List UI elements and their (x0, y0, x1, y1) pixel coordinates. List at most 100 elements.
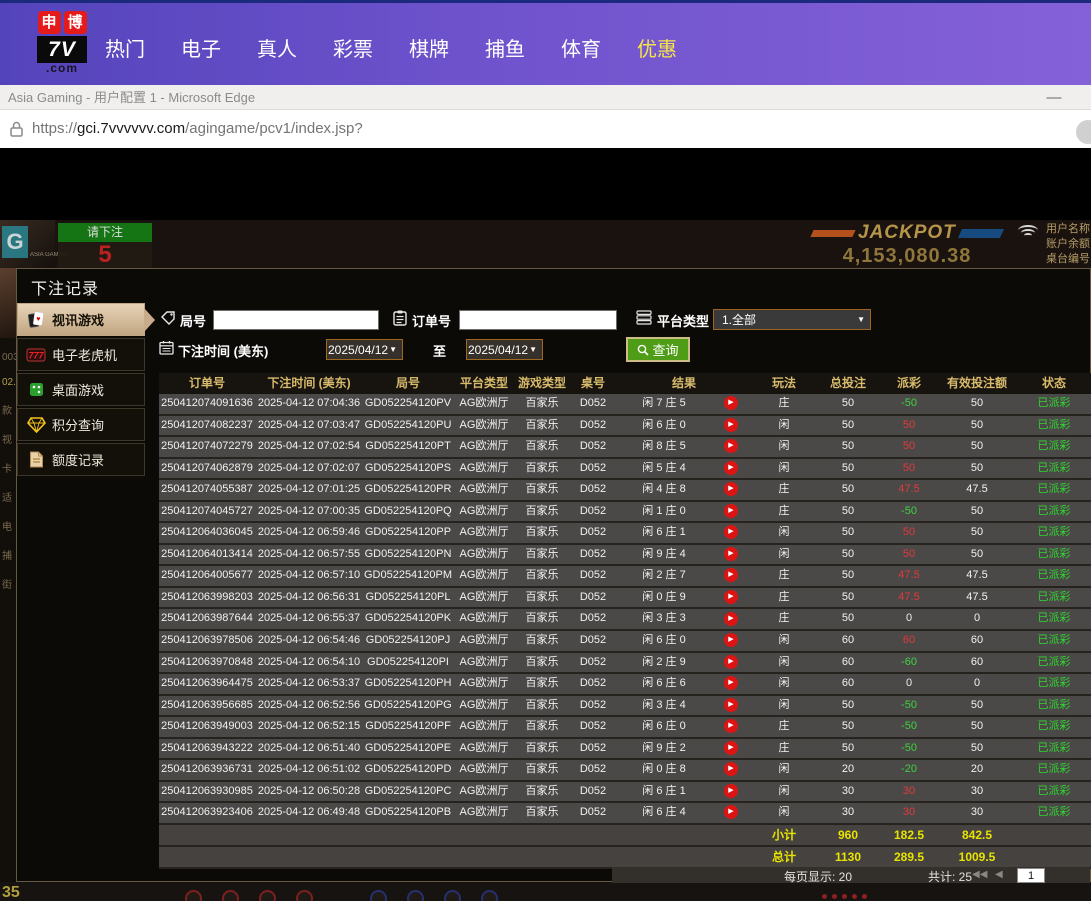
replay-play-icon[interactable]: ▶ (724, 590, 738, 604)
replay-play-icon[interactable]: ▶ (724, 439, 738, 453)
page-black-band (0, 148, 1091, 220)
platform-stack-icon (636, 310, 652, 325)
platform-cell: AG欧洲厅 (453, 653, 515, 673)
order-cell: 250412063964475 (159, 674, 255, 694)
replay-play-icon[interactable]: ▶ (724, 741, 738, 755)
logo-badge-2: 博 (64, 11, 87, 34)
page-number-input[interactable] (1017, 868, 1045, 883)
status-cell: 已派彩 (1015, 653, 1091, 673)
replay-play-icon[interactable]: ▶ (724, 612, 738, 626)
replay-play-icon[interactable]: ▶ (724, 461, 738, 475)
replay-play-icon[interactable]: ▶ (724, 525, 738, 539)
url-bar[interactable]: https://gci.7vvvvvv.com/agingame/pcv1/in… (0, 110, 1091, 148)
replay-play-icon[interactable]: ▶ (724, 547, 738, 561)
column-header-6: 结果 (617, 373, 751, 394)
site-logo[interactable]: 申 博 7V .com (22, 11, 102, 75)
roadmap-dot (481, 890, 498, 901)
payout-cell: -20 (879, 760, 939, 780)
play-type-cell: 闲 (751, 760, 817, 780)
nav-item-3[interactable]: 彩票 (333, 33, 373, 62)
platform-cell: AG欧洲厅 (453, 674, 515, 694)
game-cell: 百家乐 (515, 631, 569, 651)
round-input[interactable] (213, 310, 379, 330)
replay-play-icon[interactable]: ▶ (724, 633, 738, 647)
nav-item-1[interactable]: 电子 (181, 33, 221, 62)
column-header-7: 玩法 (751, 373, 817, 394)
replay-play-icon[interactable]: ▶ (724, 676, 738, 690)
replay-play-icon[interactable]: ▶ (724, 762, 738, 776)
platform-cell: AG欧洲厅 (453, 545, 515, 565)
platform-select[interactable]: 1.全部 ▼ (713, 309, 871, 330)
date-to-select[interactable]: 2025/04/12 ▼ (466, 339, 543, 360)
round-cell: GD052254120PR (363, 480, 453, 500)
replay-cell: ▶ (711, 717, 751, 737)
first-page-icon[interactable]: ◀◀ (972, 869, 987, 880)
bet-cell: 60 (817, 674, 879, 694)
replay-play-icon[interactable]: ▶ (724, 504, 738, 518)
platform-cell: AG欧洲厅 (453, 631, 515, 651)
minimize-button[interactable]: — (1039, 85, 1069, 110)
nav-item-0[interactable]: 热门 (105, 33, 145, 62)
bet-cell: 50 (817, 502, 879, 522)
search-button[interactable]: 查询 (626, 337, 690, 362)
replay-play-icon[interactable]: ▶ (724, 784, 738, 798)
result-cell: 闲 1 庄 0 (617, 502, 711, 522)
bet-cell: 50 (817, 566, 879, 586)
replay-play-icon[interactable]: ▶ (724, 719, 738, 733)
modal-title: 下注记录 (31, 275, 99, 299)
payout-cell: 47.5 (879, 480, 939, 500)
sidebar-item-2[interactable]: 桌面游戏 (17, 373, 145, 406)
url-text[interactable]: https://gci.7vvvvvv.com/agingame/pcv1/in… (32, 110, 363, 148)
cards-icon: ♥ (26, 310, 46, 330)
nav-item-7[interactable]: 优惠 (637, 33, 677, 62)
replay-play-icon[interactable]: ▶ (724, 805, 738, 819)
play-type-cell: 闲 (751, 653, 817, 673)
replay-play-icon[interactable]: ▶ (724, 568, 738, 582)
replay-play-icon[interactable]: ▶ (724, 698, 738, 712)
round-cell: GD052254120PL (363, 588, 453, 608)
replay-cell: ▶ (711, 523, 751, 543)
sidebar-item-0[interactable]: ♥视讯游戏 (17, 303, 145, 336)
order-cell: 250412074045727 (159, 502, 255, 522)
replay-play-icon[interactable]: ▶ (724, 396, 738, 410)
account-label: 账户余额 (1046, 237, 1090, 252)
roadmap-mini-dot (832, 894, 837, 899)
order-cell: 250412063956685 (159, 696, 255, 716)
replay-cell: ▶ (711, 459, 751, 479)
table-cell: D052 (569, 760, 617, 780)
sidebar-item-1[interactable]: 777电子老虎机 (17, 338, 145, 371)
sidebar-item-4[interactable]: 额度记录 (17, 443, 145, 476)
table-cell: D052 (569, 717, 617, 737)
valid-bet-cell: 50 (939, 523, 1015, 543)
time-cell: 2025-04-12 06:52:56 (255, 696, 363, 716)
nav-item-2[interactable]: 真人 (257, 33, 297, 62)
status-cell: 已派彩 (1015, 631, 1091, 651)
round-cell: GD052254120PV (363, 394, 453, 414)
gem-icon (26, 415, 46, 435)
status-cell: 已派彩 (1015, 760, 1091, 780)
status-cell: 已派彩 (1015, 545, 1091, 565)
prev-page-icon[interactable]: ◀ (995, 869, 1003, 880)
status-cell: 已派彩 (1015, 696, 1091, 716)
replay-cell: ▶ (711, 760, 751, 780)
bet-cell: 60 (817, 631, 879, 651)
account-info-labels: 用户名称账户余额桌台编号 (1046, 222, 1090, 267)
background-text-fragment: 电 (0, 518, 16, 533)
order-cell: 250412074055387 (159, 480, 255, 500)
order-input[interactable] (459, 310, 617, 330)
replay-play-icon[interactable]: ▶ (724, 482, 738, 496)
nav-item-6[interactable]: 体育 (561, 33, 601, 62)
nav-item-4[interactable]: 棋牌 (409, 33, 449, 62)
replay-play-icon[interactable]: ▶ (724, 418, 738, 432)
order-cell: 250412064005677 (159, 566, 255, 586)
table-cell: D052 (569, 696, 617, 716)
bet-cell: 50 (817, 696, 879, 716)
sidebar-item-3[interactable]: 积分查询 (17, 408, 145, 441)
nav-item-5[interactable]: 捕鱼 (485, 33, 525, 62)
background-number-fragment: 35 (2, 884, 20, 901)
order-cell: 250412064013414 (159, 545, 255, 565)
replay-play-icon[interactable]: ▶ (724, 655, 738, 669)
date-from-select[interactable]: 2025/04/12 ▼ (326, 339, 403, 360)
valid-bet-cell: 47.5 (939, 480, 1015, 500)
payout-cell: 50 (879, 437, 939, 457)
